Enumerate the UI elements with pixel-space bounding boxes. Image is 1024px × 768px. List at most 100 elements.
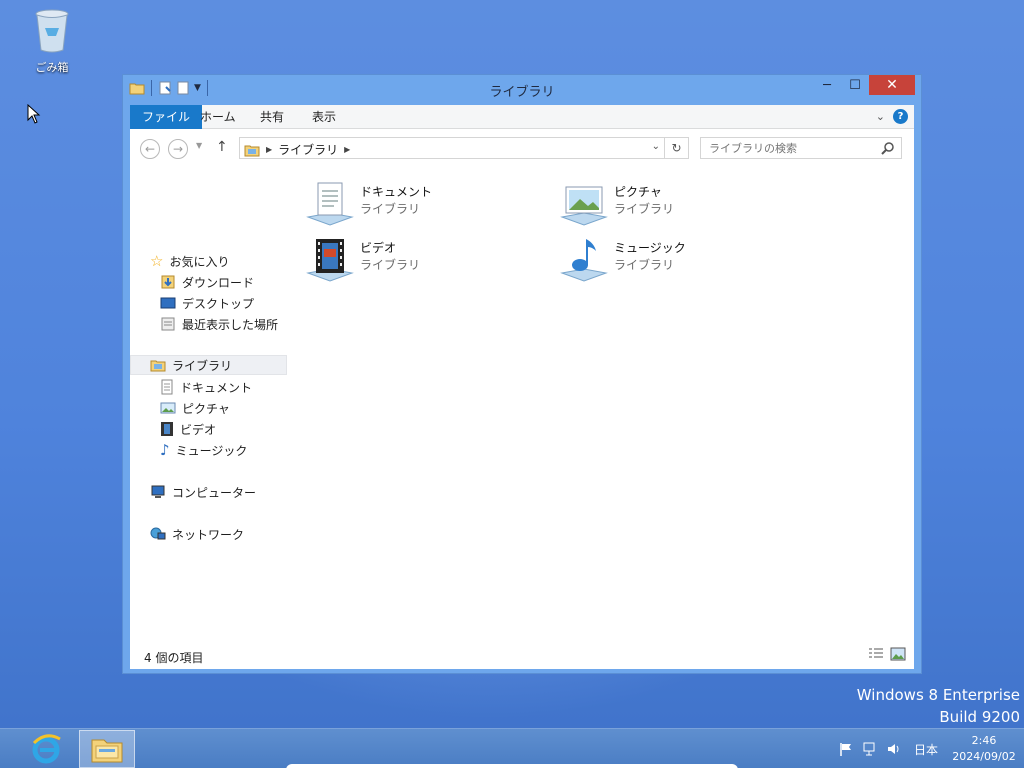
mouse-cursor-icon — [27, 104, 41, 124]
explorer-window: ▼ ライブラリ ─ ☐ ✕ ファイル ホーム 共有 表示 ⌄ ? ← → ▼ ↑ — [122, 74, 922, 674]
nav-favorites[interactable]: ☆ お気に入り — [150, 251, 229, 271]
library-item-documents[interactable]: ドキュメント ライブラリ — [306, 179, 546, 229]
window-title: ライブラリ — [489, 85, 555, 100]
music-note-icon: ♪ — [160, 441, 170, 459]
nav-label: 最近表示した場所 — [182, 317, 279, 332]
nav-label: コンピューター — [172, 485, 257, 500]
nav-label: ピクチャ — [182, 401, 230, 416]
nav-recent-places[interactable]: 最近表示した場所 — [160, 314, 278, 334]
nav-label: ドキュメント — [180, 380, 253, 395]
pictures-library-icon — [560, 186, 608, 226]
library-item-music[interactable]: ミュージック ライブラリ — [560, 235, 800, 285]
item-name: ドキュメント — [360, 185, 433, 199]
nav-libraries[interactable]: ライブラリ — [130, 355, 287, 375]
nav-label: ミュージック — [175, 443, 248, 458]
item-type: ライブラリ — [360, 258, 421, 272]
taskbar: 日本 2:46 2024/09/02 — [0, 728, 1024, 768]
recent-locations-icon[interactable]: ▼ — [196, 141, 202, 150]
edition-label: Windows 8 Enterprise — [856, 686, 1020, 704]
internet-explorer-icon — [32, 734, 61, 764]
help-icon[interactable]: ? — [893, 109, 908, 124]
clock[interactable]: 2:46 2024/09/02 — [944, 733, 1024, 765]
music-library-icon — [560, 239, 608, 282]
nav-label: ダウンロード — [182, 275, 255, 290]
recent-places-icon — [161, 317, 175, 331]
search-input[interactable] — [701, 138, 871, 158]
nav-label: ビデオ — [180, 422, 217, 437]
explorer-content: ← → ▼ ↑ ▶ ライブラリ ▶ ⌄ ↻ ☆ お気に — [130, 129, 914, 669]
star-icon: ☆ — [150, 252, 164, 270]
tab-home[interactable]: ホーム — [200, 105, 236, 129]
system-tray: 日本 2:46 2024/09/02 — [838, 729, 1024, 768]
taskbar-internet-explorer[interactable] — [18, 730, 74, 768]
nav-label: ネットワーク — [172, 527, 245, 542]
nav-lib-videos[interactable]: ビデオ — [160, 419, 216, 439]
back-button[interactable]: ← — [140, 139, 160, 159]
computer-icon — [151, 485, 165, 498]
expand-ribbon-icon[interactable]: ⌄ — [876, 110, 885, 123]
ribbon-tabs: ファイル ホーム 共有 表示 ⌄ ? — [130, 105, 914, 129]
tab-view[interactable]: 表示 — [312, 105, 336, 129]
nav-lib-pictures[interactable]: ピクチャ — [160, 398, 230, 418]
recycle-bin-shortcut[interactable]: ごみ箱 — [22, 6, 82, 75]
videos-library-icon — [306, 239, 354, 282]
libraries-icon — [150, 360, 166, 372]
details-view-icon[interactable] — [868, 647, 884, 661]
windows-watermark: Windows 8 Enterprise Build 9200 — [857, 684, 1020, 728]
address-history-dropdown-icon[interactable]: ⌄ — [652, 141, 660, 152]
volume-icon[interactable] — [886, 741, 902, 757]
clock-date: 2024/09/02 — [952, 750, 1016, 763]
tab-file[interactable]: ファイル — [130, 105, 203, 129]
recycle-bin-icon — [35, 9, 69, 53]
address-bar[interactable]: ▶ ライブラリ ▶ ⌄ ↻ — [239, 137, 689, 159]
nav-network[interactable]: ネットワーク — [150, 524, 244, 544]
up-button[interactable]: ↑ — [216, 139, 228, 155]
taskbar-file-explorer[interactable] — [79, 730, 135, 768]
nav-label: ライブラリ — [172, 358, 233, 373]
breadcrumb-chevron-icon[interactable]: ▶ — [344, 145, 350, 154]
picture-icon — [160, 402, 176, 414]
breadcrumb-libraries[interactable]: ライブラリ — [278, 141, 338, 158]
notification-edge — [286, 764, 738, 768]
close-button[interactable]: ✕ — [869, 75, 915, 95]
view-switcher — [868, 647, 906, 661]
item-name: ビデオ — [360, 241, 397, 255]
search-icon — [881, 142, 894, 155]
nav-downloads[interactable]: ダウンロード — [160, 272, 254, 292]
nav-label: デスクトップ — [182, 296, 255, 311]
nav-desktop[interactable]: デスクトップ — [160, 293, 254, 313]
action-center-flag-icon[interactable] — [838, 741, 854, 757]
breadcrumb-chevron-icon[interactable]: ▶ — [266, 145, 272, 154]
tab-share[interactable]: 共有 — [260, 105, 284, 129]
downloads-icon — [161, 275, 175, 289]
large-icons-view-icon[interactable] — [890, 647, 906, 661]
maximize-button[interactable]: ☐ — [841, 75, 869, 95]
item-type: ライブラリ — [360, 202, 421, 216]
nav-lib-music[interactable]: ♪ ミュージック — [160, 440, 247, 460]
status-bar-item-count: 4 個の項目 — [144, 651, 204, 665]
document-icon — [161, 379, 173, 395]
minimize-button[interactable]: ─ — [813, 75, 841, 95]
recycle-bin-label: ごみ箱 — [35, 61, 69, 74]
nav-computer[interactable]: コンピューター — [150, 482, 256, 502]
search-box[interactable] — [700, 137, 902, 159]
item-type: ライブラリ — [614, 202, 675, 216]
item-name: ピクチャ — [614, 185, 662, 199]
file-explorer-icon — [91, 739, 123, 763]
refresh-button[interactable]: ↻ — [664, 138, 688, 158]
nav-label: お気に入り — [169, 254, 230, 269]
network-status-icon[interactable] — [862, 741, 878, 757]
film-icon — [161, 422, 173, 436]
item-name: ミュージック — [614, 241, 686, 255]
address-row: ← → ▼ ↑ ▶ ライブラリ ▶ ⌄ ↻ — [130, 129, 914, 167]
input-language-indicator[interactable]: 日本 — [914, 741, 938, 758]
library-item-videos[interactable]: ビデオ ライブラリ — [306, 235, 546, 285]
forward-button[interactable]: → — [168, 139, 188, 159]
documents-library-icon — [306, 182, 354, 226]
nav-lib-documents[interactable]: ドキュメント — [160, 377, 252, 397]
build-label: Build 9200 — [939, 708, 1020, 726]
title-bar[interactable]: ▼ ライブラリ ─ ☐ ✕ — [123, 75, 921, 103]
item-type: ライブラリ — [614, 258, 675, 272]
library-item-pictures[interactable]: ピクチャ ライブラリ — [560, 179, 800, 229]
clock-time: 2:46 — [971, 734, 997, 747]
